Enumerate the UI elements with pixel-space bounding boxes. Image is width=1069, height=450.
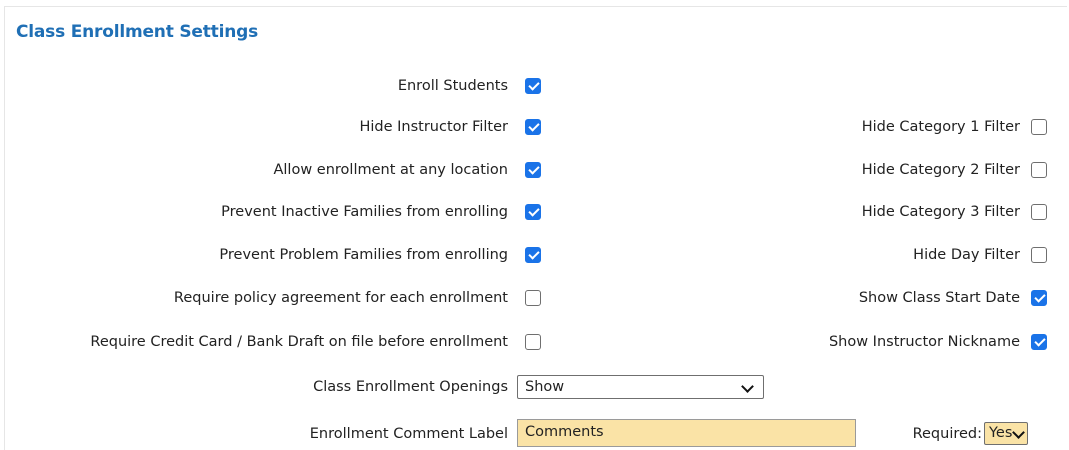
show-class-start-date-checkbox[interactable] [1031,290,1047,306]
hide-instructor-filter-label: Hide Instructor Filter [359,119,508,135]
hide-day-filter-label: Hide Day Filter [913,247,1020,263]
hide-category-2-filter-label: Hide Category 2 Filter [861,162,1020,178]
enrollment-comment-label-input[interactable]: Comments [517,419,856,447]
class-enrollment-openings-select[interactable]: Show [517,375,764,399]
require-credit-card-checkbox[interactable] [525,334,541,350]
hide-category-3-filter-checkbox[interactable] [1031,204,1047,220]
show-instructor-nickname-checkbox[interactable] [1031,334,1047,350]
prevent-problem-families-checkbox[interactable] [525,247,541,263]
section-title: Class Enrollment Settings [16,22,258,42]
allow-any-location-checkbox[interactable] [525,162,541,178]
hide-category-1-filter-checkbox[interactable] [1031,119,1047,135]
enrollment-comment-label-label: Enrollment Comment Label [309,426,508,442]
required-label: Required: [912,426,982,442]
prevent-problem-families-label: Prevent Problem Families from enrolling [219,247,508,263]
hide-category-3-filter-label: Hide Category 3 Filter [861,204,1020,220]
require-policy-agreement-label: Require policy agreement for each enroll… [173,290,508,306]
hide-category-1-filter-label: Hide Category 1 Filter [861,119,1020,135]
hide-day-filter-checkbox[interactable] [1031,247,1047,263]
chevron-down-icon [1012,426,1025,439]
class-enrollment-openings-value: Show [525,379,565,395]
chevron-down-icon [741,380,754,393]
required-select[interactable]: Yes [984,422,1028,445]
hide-category-2-filter-checkbox[interactable] [1031,162,1047,178]
class-enrollment-openings-label: Class Enrollment Openings [313,379,508,395]
show-instructor-nickname-label: Show Instructor Nickname [828,334,1020,350]
hide-instructor-filter-checkbox[interactable] [525,119,541,135]
show-class-start-date-label: Show Class Start Date [858,290,1020,306]
required-select-value: Yes [989,425,1013,441]
require-credit-card-label: Require Credit Card / Bank Draft on file… [90,334,508,350]
allow-any-location-label: Allow enrollment at any location [273,162,508,178]
prevent-inactive-families-label: Prevent Inactive Families from enrolling [221,204,508,220]
require-policy-agreement-checkbox[interactable] [525,290,541,306]
enroll-students-checkbox[interactable] [525,78,541,94]
enroll-students-label: Enroll Students [397,78,508,94]
prevent-inactive-families-checkbox[interactable] [525,204,541,220]
